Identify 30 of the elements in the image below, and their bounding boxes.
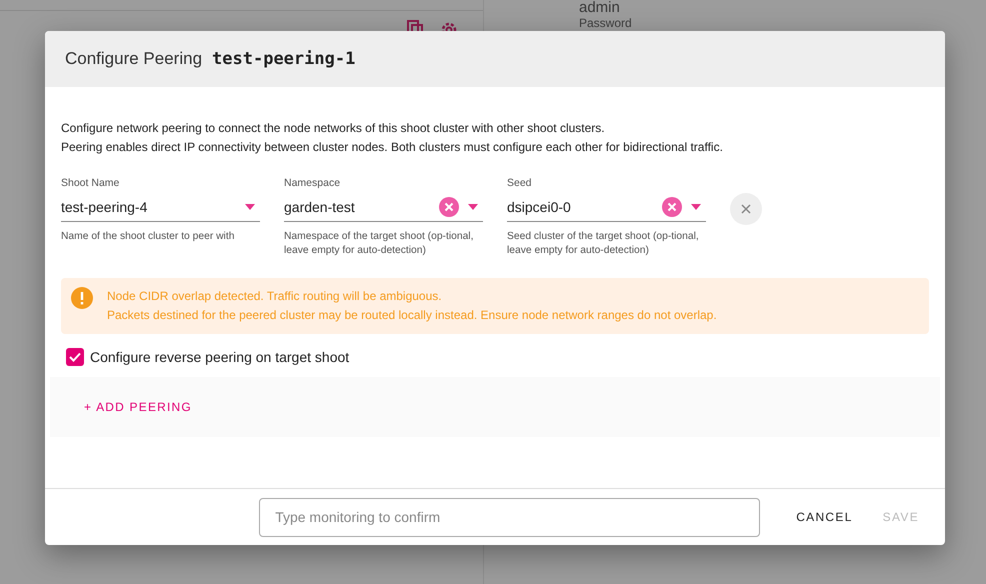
add-peering-button[interactable]: + ADD PEERING [80,396,196,418]
username-text: admin [579,0,621,15]
field-label: Seed [507,177,533,189]
select-field[interactable]: garden-test [284,193,483,222]
warning-text: Packets destined for the peered cluster may be routed locally instead. Ensure node network ranges do not overlap. [107,307,717,324]
clear-icon[interactable] [662,197,682,217]
clear-icon[interactable] [439,197,459,217]
dropdown-caret-icon[interactable] [244,203,256,211]
checkbox-label[interactable]: Configure reverse peering on target shoot [90,349,350,365]
checkbox[interactable] [66,348,84,366]
field-label: Namespace [284,177,342,189]
close-icon [741,204,751,214]
field-hint: Name of the shoot cluster to peer with [61,230,236,244]
dialog-button[interactable]: CANCEL [786,502,863,532]
warning-text: Node CIDR overlap detected. Traffic routing will be ambiguous. [107,288,443,305]
description-text: Peering enables direct IP connectivity between cluster nodes. Both clusters must configure each other for bidirectional traffic. [61,139,724,156]
dropdown-caret-icon[interactable] [690,203,702,211]
field-hint: Seed cluster of the target shoot (op-tional, leave empty for auto-detection) [507,230,700,258]
remove-button[interactable] [730,193,762,225]
field-hint: Namespace of the target shoot (op-tional, leave empty for auto-detection) [284,230,474,258]
password-label: Password [579,17,633,30]
confirm-field[interactable]: Type monitoring to confirm [259,498,760,536]
peering-name: test-peering-1 [212,49,356,69]
field-label: Shoot Name [61,177,120,189]
warning-icon [71,287,93,309]
dropdown-caret-icon[interactable] [467,203,479,211]
description-text: Configure network peering to connect the node networks of this shoot cluster with other shoot clusters. [61,120,606,137]
select-field[interactable]: test-peering-4 [61,193,260,222]
dialog-title: Configure Peering [65,49,202,69]
select-field[interactable]: dsipcei0-0 [507,193,706,222]
